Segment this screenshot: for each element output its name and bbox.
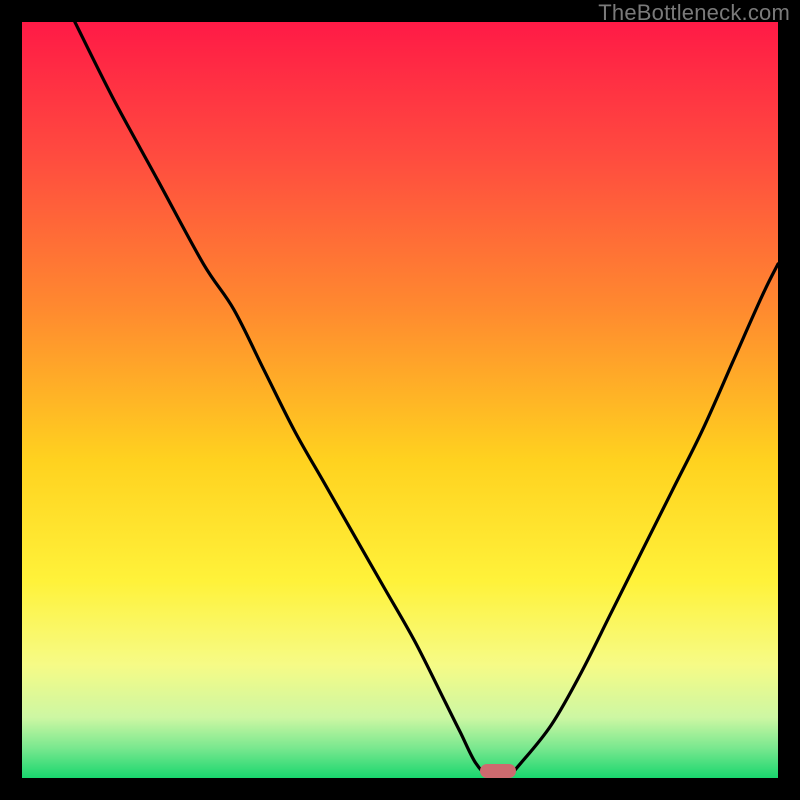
curve-layer: [22, 22, 778, 778]
chart-stage: TheBottleneck.com: [0, 0, 800, 800]
minimum-marker: [480, 764, 516, 778]
plot-area: [22, 22, 778, 778]
watermark-text: TheBottleneck.com: [598, 2, 790, 24]
bottleneck-curve: [75, 22, 778, 778]
